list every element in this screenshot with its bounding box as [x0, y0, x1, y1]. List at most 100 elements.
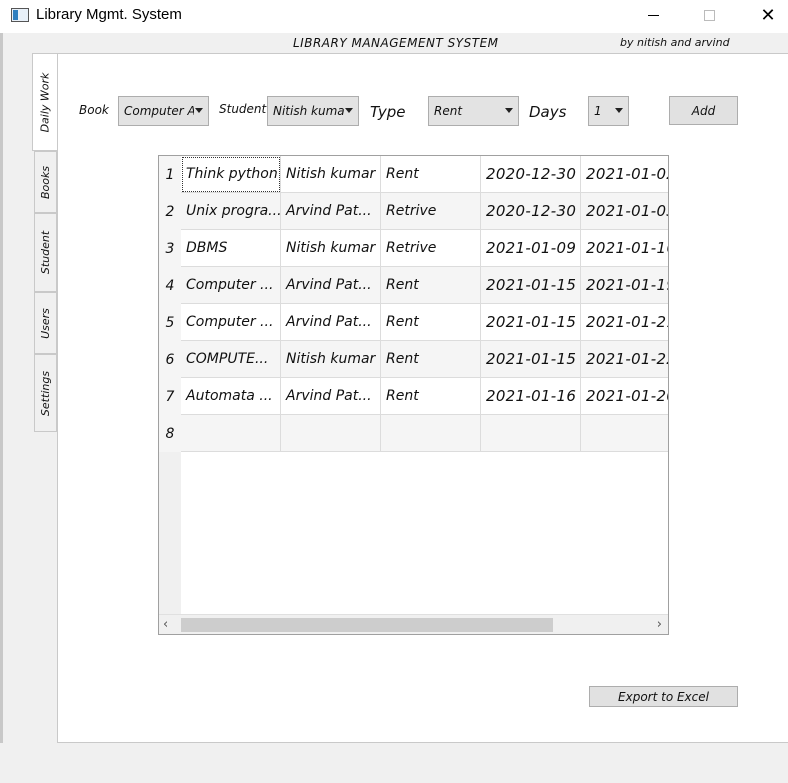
table-cell-student[interactable]: Arvind Pat...	[281, 267, 381, 304]
table-cell-student[interactable]: Nitish kumar	[281, 156, 381, 193]
table-cell-book[interactable]: DBMS	[181, 230, 281, 267]
table-cell-date1[interactable]: 2021-01-15	[481, 304, 581, 341]
table-cell-type[interactable]: Rent	[381, 267, 481, 304]
row-number: 1	[159, 156, 181, 193]
row-number: 4	[159, 267, 181, 304]
table-cell-student[interactable]	[281, 415, 381, 452]
scroll-right-icon[interactable]: ›	[657, 617, 662, 632]
tab-label: Books	[39, 165, 53, 199]
app-heading: LIBRARY MANAGEMENT SYSTEM	[293, 36, 499, 50]
table-cell-date2[interactable]: 2021-01-03	[581, 193, 668, 230]
table-cell-type[interactable]: Retrive	[381, 193, 481, 230]
table-cell-book[interactable]: Automata ...	[181, 378, 281, 415]
type-label: Type	[370, 103, 406, 121]
scroll-left-icon[interactable]: ‹	[163, 617, 168, 632]
days-select[interactable]: 1	[588, 96, 629, 126]
table-cell-date2[interactable]: 2021-01-19	[581, 267, 668, 304]
table-cell-student[interactable]: Nitish kumar	[281, 341, 381, 378]
row-number: 8	[159, 415, 181, 452]
title-bar: Library Mgmt. System ✕	[0, 0, 788, 33]
book-label: Book	[79, 103, 109, 117]
table-cell-book[interactable]: Unix progra...	[181, 193, 281, 230]
tab-label: Daily Work	[38, 72, 52, 132]
minimize-button[interactable]	[630, 0, 676, 30]
table-cell-type[interactable]: Rent	[381, 156, 481, 193]
minimize-icon	[647, 14, 659, 16]
tab-student[interactable]: Student	[34, 213, 57, 292]
chevron-down-icon	[505, 108, 513, 113]
window-title: Library Mgmt. System	[36, 6, 182, 23]
table-cell-date2[interactable]: 2021-01-16	[581, 230, 668, 267]
maximize-button[interactable]	[686, 0, 732, 30]
table-cell-student[interactable]: Arvind Pat...	[281, 193, 381, 230]
row-number: 5	[159, 304, 181, 341]
chevron-down-icon	[615, 108, 623, 113]
table-row[interactable]: 3 DBMS Nitish kumar Retrive 2021-01-09 2021-0…	[159, 230, 668, 267]
table-cell-type[interactable]: Rent	[381, 341, 481, 378]
table-cell-student[interactable]: Nitish kumar	[281, 230, 381, 267]
days-select-value: 1	[594, 104, 602, 118]
table-cell-type[interactable]: Rent	[381, 304, 481, 341]
table-cell-date1[interactable]: 2021-01-15	[481, 267, 581, 304]
row-number: 3	[159, 230, 181, 267]
add-button[interactable]: Add	[669, 96, 738, 125]
table-cell-book[interactable]: COMPUTE...	[181, 341, 281, 378]
type-select[interactable]: Rent	[428, 96, 519, 126]
window-footer	[0, 743, 788, 783]
close-icon: ✕	[760, 4, 776, 26]
table-cell-date2[interactable]	[581, 415, 668, 452]
row-number: 6	[159, 341, 181, 378]
table-cell-date1[interactable]	[481, 415, 581, 452]
table-row[interactable]: 2 Unix progra... Arvind Pat... Retrive 2020-…	[159, 193, 668, 230]
tab-label: Users	[39, 307, 52, 339]
tab-books[interactable]: Books	[34, 151, 57, 213]
table-cell-date1[interactable]: 2021-01-15	[481, 341, 581, 378]
author-credit: by nitish and arvind	[620, 36, 730, 49]
export-to-excel-button[interactable]: Export to Excel	[589, 686, 738, 707]
table-cell-type[interactable]	[381, 415, 481, 452]
table-row[interactable]: 4 Computer ... Arvind Pat... Rent 2021-01-15…	[159, 267, 668, 304]
table-cell-date2[interactable]: 2021-01-20	[581, 378, 668, 415]
table-row[interactable]: 8	[159, 415, 668, 452]
table-cell-date1[interactable]: 2020-12-30	[481, 193, 581, 230]
close-button[interactable]: ✕	[745, 0, 788, 30]
tab-users[interactable]: Users	[34, 292, 57, 354]
table-row[interactable]: 5 Computer ... Arvind Pat... Rent 2021-01-15…	[159, 304, 668, 341]
table-cell-book[interactable]: Think python	[181, 156, 281, 193]
table-cell-date1[interactable]: 2020-12-30	[481, 156, 581, 193]
days-label: Days	[529, 103, 567, 121]
chevron-down-icon	[195, 108, 203, 113]
table-cell-type[interactable]: Retrive	[381, 230, 481, 267]
table-cell-date2[interactable]: 2021-01-02	[581, 156, 668, 193]
records-table[interactable]: 1 Think python Nitish kumar Rent 2020-12-30 2…	[158, 155, 669, 635]
student-select[interactable]: Nitish kumar	[267, 96, 359, 126]
tab-daily-work[interactable]: Daily Work	[32, 53, 58, 151]
tab-settings[interactable]: Settings	[34, 354, 57, 432]
app-icon	[11, 8, 29, 22]
table-cell-book[interactable]: Computer ...	[181, 267, 281, 304]
table-cell-type[interactable]: Rent	[381, 378, 481, 415]
table-cell-date2[interactable]: 2021-01-22	[581, 341, 668, 378]
scrollbar-thumb[interactable]	[181, 618, 553, 632]
student-select-value: Nitish kumar	[273, 104, 345, 118]
book-select[interactable]: Computer Architecture	[118, 96, 209, 126]
table-cell-student[interactable]: Arvind Pat...	[281, 378, 381, 415]
type-select-value: Rent	[434, 104, 463, 118]
window-border	[0, 33, 3, 783]
table-cell-date1[interactable]: 2021-01-09	[481, 230, 581, 267]
table-cell-date2[interactable]: 2021-01-21	[581, 304, 668, 341]
tab-label: Settings	[39, 370, 52, 416]
book-select-value: Computer Architecture	[124, 104, 194, 118]
table-cell-book[interactable]: Computer ...	[181, 304, 281, 341]
table-cell-date1[interactable]: 2021-01-16	[481, 378, 581, 415]
tab-label: Student	[39, 230, 52, 275]
maximize-icon	[703, 9, 715, 21]
student-label: Student	[219, 102, 267, 116]
table-row[interactable]: 6 COMPUTE... Nitish kumar Rent 2021-01-15 202…	[159, 341, 668, 378]
table-row[interactable]: 7 Automata ... Arvind Pat... Rent 2021-01-16…	[159, 378, 668, 415]
table-cell-student[interactable]: Arvind Pat...	[281, 304, 381, 341]
horizontal-scrollbar[interactable]: ‹ ›	[159, 614, 668, 634]
table-row[interactable]: 1 Think python Nitish kumar Rent 2020-12-30 2…	[159, 156, 668, 193]
chevron-down-icon	[345, 108, 353, 113]
table-cell-book[interactable]	[181, 415, 281, 452]
